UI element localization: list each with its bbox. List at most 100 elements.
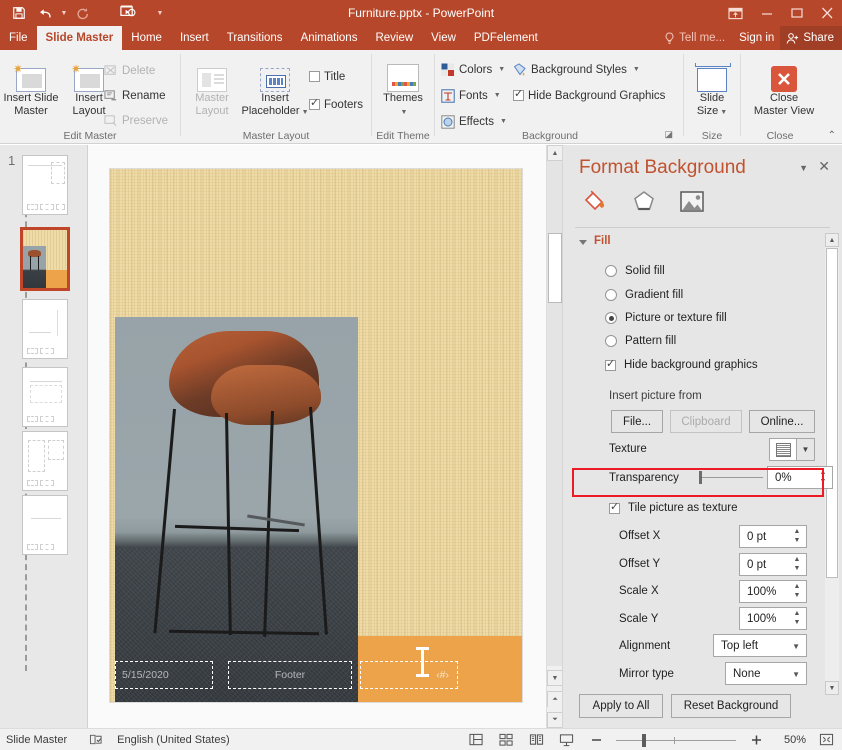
zoom-level-label[interactable]: 50% (776, 734, 806, 746)
theme-fonts-button[interactable]: Fonts ▼ (441, 86, 501, 105)
hide-background-graphics-checkbox[interactable] (513, 90, 524, 101)
preserve-master-button[interactable]: Preserve (104, 111, 168, 130)
tile-picture-row[interactable]: Tile picture as texture (609, 502, 738, 514)
solid-fill-radio[interactable] (605, 265, 617, 277)
background-dialog-launcher[interactable]: ◪ (664, 129, 673, 140)
transparency-slider-knob[interactable] (699, 471, 702, 484)
tab-transitions[interactable]: Transitions (218, 26, 292, 50)
theme-colors-button[interactable]: Colors ▼ (441, 60, 505, 79)
themes-button[interactable]: Themes ▼ (374, 58, 432, 119)
alignment-caret-icon[interactable]: ▼ (792, 642, 800, 651)
background-styles-button[interactable]: Background Styles ▼ (513, 60, 640, 79)
tab-review[interactable]: Review (366, 26, 422, 50)
thumbnail-master[interactable] (22, 155, 68, 215)
transparency-spin-arrows[interactable]: ▲▼ (817, 468, 829, 487)
language-label[interactable]: English (United States) (117, 734, 230, 746)
thumbnail-layout-selected[interactable] (20, 227, 70, 291)
tell-me-box[interactable]: Tell me... (656, 26, 733, 50)
transparency-spinbox[interactable]: 0% ▲▼ (767, 466, 833, 489)
fill-expand-triangle-icon[interactable] (579, 240, 587, 245)
minimize-icon[interactable] (752, 0, 782, 26)
slide-number-placeholder[interactable]: ‹#› (360, 661, 458, 689)
customize-qat-caret-icon[interactable]: ▼ (154, 2, 166, 24)
sign-in-button[interactable]: Sign in (733, 26, 780, 50)
zoom-out-icon[interactable] (586, 731, 606, 749)
slide-size-button[interactable]: Slide Size▼ (684, 58, 740, 119)
slide-master-canvas[interactable]: 5/15/2020 Footer ‹#› (110, 169, 522, 702)
spell-check-icon[interactable] (89, 733, 103, 746)
tab-slide-master[interactable]: Slide Master (37, 26, 123, 50)
zoom-slider-knob[interactable] (642, 734, 646, 747)
fill-option-solid[interactable]: Solid fill (605, 265, 665, 277)
zoom-slider[interactable] (616, 732, 736, 748)
offset-y-spin-arrows[interactable]: ▲▼ (791, 555, 803, 574)
footers-checkbox[interactable] (309, 99, 320, 110)
panel-scroll-up-icon[interactable]: ▲ (825, 233, 839, 247)
share-button[interactable]: Share (780, 26, 842, 50)
tab-home[interactable]: Home (122, 26, 171, 50)
date-placeholder[interactable]: 5/15/2020 (115, 661, 213, 689)
online-button[interactable]: Online... (749, 410, 815, 433)
thumbnail-layout-4[interactable] (22, 431, 68, 491)
thumbnail-layout-2[interactable] (22, 299, 68, 359)
undo-icon[interactable] (32, 2, 58, 24)
pentagon-effects-icon[interactable] (627, 187, 661, 217)
tab-file[interactable]: File (0, 26, 37, 50)
fill-option-gradient[interactable]: Gradient fill (605, 289, 683, 301)
scale-y-spinbox[interactable]: 100% ▲▼ (739, 607, 807, 630)
hide-background-graphics-row[interactable]: Hide Background Graphics (513, 86, 665, 105)
chair-photo[interactable] (115, 317, 358, 702)
title-checkbox-row[interactable]: Title (309, 67, 345, 86)
fill-option-picture-texture[interactable]: Picture or texture fill (605, 312, 727, 324)
texture-dropdown-caret-icon[interactable]: ▼ (797, 438, 815, 461)
previous-slide-icon[interactable]: ⏶ (547, 691, 563, 707)
fill-section-header[interactable]: Fill (579, 235, 611, 247)
offset-x-spin-arrows[interactable]: ▲▼ (791, 527, 803, 546)
slide-thumbnail-pane[interactable]: 1 (0, 145, 88, 728)
insert-placeholder-button[interactable]: Insert Placeholder▼ (237, 58, 313, 119)
master-layout-button[interactable]: Master Layout (183, 58, 241, 118)
hide-background-graphics-panel-row[interactable]: Hide background graphics (605, 359, 758, 371)
panel-scroll-thumb[interactable] (826, 248, 838, 578)
background-styles-caret-icon[interactable]: ▼ (633, 66, 640, 73)
title-checkbox[interactable] (309, 71, 320, 82)
offset-y-spinbox[interactable]: 0 pt ▲▼ (739, 553, 807, 576)
mirror-type-caret-icon[interactable]: ▼ (792, 670, 800, 679)
tab-insert[interactable]: Insert (171, 26, 218, 50)
thumbnail-layout-3[interactable] (22, 367, 68, 427)
start-presentation-icon[interactable] (114, 2, 140, 24)
transparency-slider[interactable] (691, 466, 763, 489)
themes-caret-icon[interactable]: ▼ (376, 106, 432, 119)
scale-y-spin-arrows[interactable]: ▲▼ (791, 609, 803, 628)
canvas-vertical-scrollbar[interactable]: ▲ ▼ ⏶ ⏷ (546, 145, 562, 728)
pattern-fill-radio[interactable] (605, 335, 617, 347)
insert-placeholder-caret-icon[interactable]: ▼ (302, 109, 309, 116)
undo-caret-icon[interactable]: ▼ (58, 2, 70, 24)
tab-animations[interactable]: Animations (292, 26, 367, 50)
panel-options-caret-icon[interactable]: ▼ (799, 163, 808, 173)
fill-option-pattern[interactable]: Pattern fill (605, 335, 676, 347)
collapse-ribbon-icon[interactable]: ⌃ (828, 130, 836, 141)
ribbon-display-options-icon[interactable] (718, 0, 752, 26)
scroll-up-icon[interactable]: ▲ (547, 145, 563, 161)
thumbnail-layout-5[interactable] (22, 495, 68, 555)
next-slide-icon[interactable]: ⏷ (547, 712, 563, 728)
texture-swatch-button[interactable] (769, 438, 797, 461)
delete-master-button[interactable]: Delete (104, 61, 155, 80)
alignment-dropdown[interactable]: Top left ▼ (713, 634, 807, 657)
theme-effects-button[interactable]: Effects ▼ (441, 112, 507, 131)
picture-or-texture-fill-radio[interactable] (605, 312, 617, 324)
footer-placeholder[interactable]: Footer (228, 661, 352, 689)
scale-x-spinbox[interactable]: 100% ▲▼ (739, 580, 807, 603)
fonts-caret-icon[interactable]: ▼ (494, 92, 501, 99)
slide-size-caret-icon[interactable]: ▼ (720, 109, 727, 116)
fill-bucket-icon[interactable] (579, 187, 613, 217)
reading-view-icon[interactable] (526, 731, 546, 749)
hide-background-graphics-panel-checkbox[interactable] (605, 360, 616, 371)
mirror-type-dropdown[interactable]: None ▼ (725, 662, 807, 685)
slide-sorter-view-icon[interactable] (496, 731, 516, 749)
scroll-down-icon[interactable]: ▼ (547, 670, 563, 686)
close-icon[interactable] (812, 0, 842, 26)
panel-vertical-scrollbar[interactable]: ▲ ▼ (825, 233, 839, 695)
zoom-in-icon[interactable] (746, 731, 766, 749)
